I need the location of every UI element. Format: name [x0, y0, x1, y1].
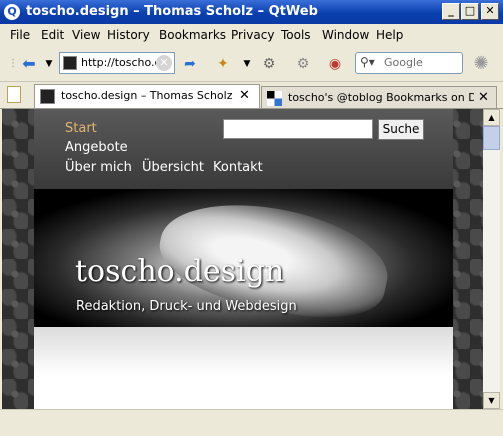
web-viewport: Start Angebote Über mich Übersicht Konta…	[2, 109, 483, 409]
nav-ueber-mich-link[interactable]: Über mich	[65, 160, 132, 175]
back-arrow-icon[interactable]: ⬅	[20, 55, 38, 73]
site-container: Start Angebote Über mich Übersicht Konta…	[34, 109, 453, 409]
maximize-button[interactable]: □	[461, 3, 479, 20]
address-text[interactable]: http://toscho.de	[81, 56, 156, 69]
tab-label: toscho's @toblog Bookmarks on Delic	[288, 91, 474, 104]
nav-angebote-link[interactable]: Angebote	[65, 140, 128, 155]
status-bar	[0, 409, 503, 436]
title-bar: Q toscho.design – Thomas Scholz – QtWeb …	[0, 0, 503, 24]
menu-window[interactable]: Window	[322, 28, 369, 42]
clear-icon[interactable]: ✕	[156, 55, 172, 71]
menu-file[interactable]: File	[10, 28, 30, 42]
web-search-box[interactable]: ⚲▾ Google	[355, 52, 463, 74]
wand-dropdown-icon[interactable]: ▼	[238, 55, 256, 73]
navigation-toolbar: ⋮ ⬅ ▼ http://toscho.de ✕ ➦ ✦ ▼ ⚙ ⚙ ◉ ⚲▾ …	[0, 47, 503, 82]
minimize-button[interactable]: _	[442, 3, 460, 20]
tab-delicious-bookmarks[interactable]: toscho's @toblog Bookmarks on Delic ✕	[261, 86, 497, 108]
settings-gear-icon[interactable]: ⚙	[294, 55, 312, 73]
tab-favicon-icon	[40, 89, 55, 104]
search-placeholder: Google	[384, 56, 423, 69]
site-subtitle: Redaktion, Druck- und Webdesign	[76, 299, 297, 314]
nav-kontakt-link[interactable]: Kontakt	[213, 160, 263, 175]
delicious-favicon-icon	[267, 91, 282, 106]
close-window-button[interactable]: ✕	[481, 3, 499, 20]
go-icon[interactable]: ➦	[181, 55, 199, 73]
nav-start-link[interactable]: Start	[65, 121, 97, 136]
menu-tools[interactable]: Tools	[281, 28, 311, 42]
scroll-up-arrow-icon[interactable]: ▲	[483, 109, 500, 126]
site-title[interactable]: toscho.design	[75, 254, 284, 289]
scroll-down-arrow-icon[interactable]: ▼	[483, 392, 500, 409]
menu-bookmarks[interactable]: Bookmarks	[159, 28, 226, 42]
menu-view[interactable]: View	[72, 28, 100, 42]
new-tab-icon[interactable]	[7, 86, 21, 103]
site-search-button[interactable]: Suche	[378, 119, 424, 140]
qtweb-app-icon: Q	[4, 4, 20, 20]
back-history-dropdown-icon[interactable]: ▼	[40, 55, 58, 73]
search-icon: ⚲▾	[360, 55, 375, 69]
site-header: Start Angebote Über mich Übersicht Konta…	[34, 109, 453, 189]
content-area	[34, 327, 453, 409]
vertical-scrollbar[interactable]: ▲ ▼	[483, 109, 500, 409]
magic-wand-icon[interactable]: ✦	[214, 55, 232, 73]
tab-label: toscho.design – Thomas Scholz	[61, 89, 233, 102]
loading-spinner-icon: ✺	[473, 53, 489, 74]
menu-help[interactable]: Help	[376, 28, 403, 42]
menu-edit[interactable]: Edit	[41, 28, 64, 42]
plugins-icon[interactable]: ⚙	[260, 55, 278, 73]
scroll-thumb[interactable]	[483, 126, 500, 150]
window-title: toscho.design – Thomas Scholz – QtWeb	[26, 4, 318, 19]
menu-history[interactable]: History	[107, 28, 150, 42]
menu-privacy[interactable]: Privacy	[231, 28, 274, 42]
nav-uebersicht-link[interactable]: Übersicht	[142, 160, 204, 175]
hero-banner: toscho.design Redaktion, Druck- und Webd…	[34, 189, 453, 327]
tab-toscho-design[interactable]: toscho.design – Thomas Scholz ✕	[34, 84, 260, 108]
tab-close-icon[interactable]: ✕	[239, 88, 250, 103]
menu-bar: File Edit View History Bookmarks Privacy…	[0, 25, 503, 46]
site-favicon	[63, 56, 77, 70]
home-globe-icon[interactable]: ◉	[326, 55, 344, 73]
tab-bar: toscho.design – Thomas Scholz ✕ toscho's…	[0, 82, 503, 109]
address-bar[interactable]: http://toscho.de ✕	[59, 52, 175, 74]
site-search-input[interactable]	[223, 119, 373, 139]
tab-close-icon[interactable]: ✕	[478, 90, 489, 105]
